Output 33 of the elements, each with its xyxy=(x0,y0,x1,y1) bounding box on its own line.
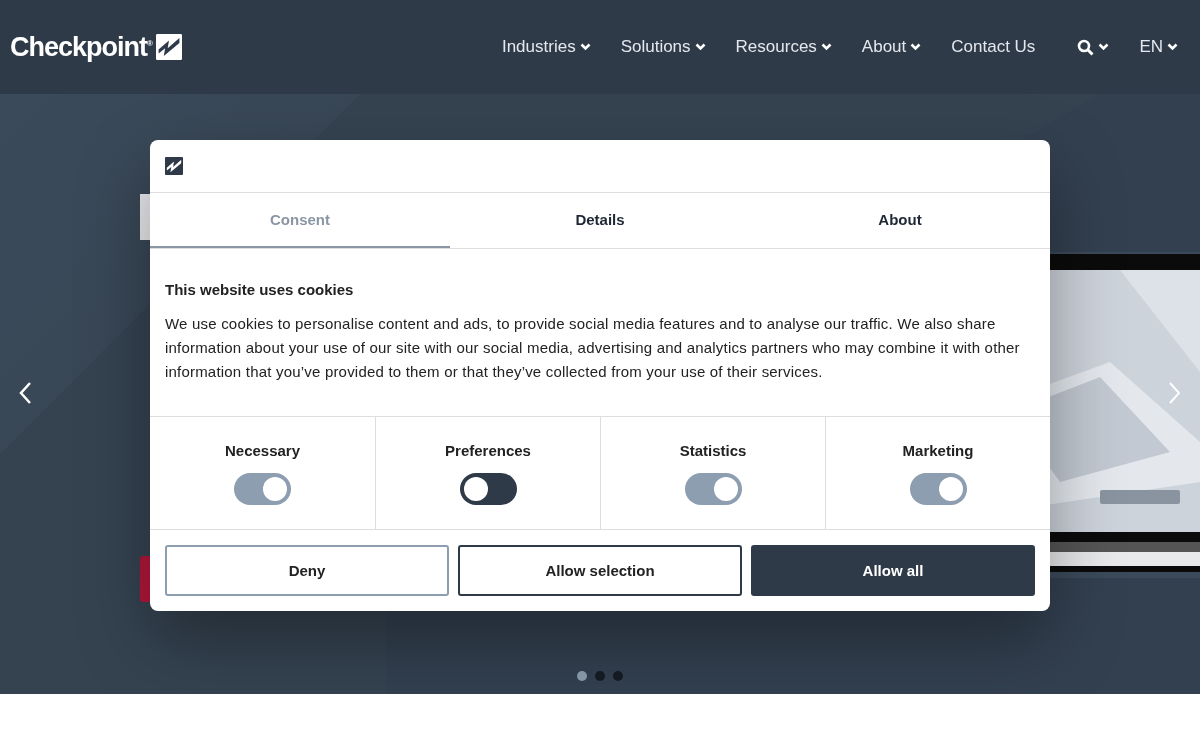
logo-mark-icon xyxy=(165,157,183,175)
category-toggle[interactable] xyxy=(459,472,517,505)
logo-text[interactable]: Checkpoint$^{®}$ xyxy=(10,31,152,63)
chevron-down-icon xyxy=(910,43,922,51)
chevron-down-icon xyxy=(820,43,832,51)
nav-link[interactable]: About xyxy=(861,37,922,57)
chevron-down-icon xyxy=(579,43,591,51)
chevron-down-icon xyxy=(1167,43,1178,51)
nav-link[interactable]: Resources xyxy=(735,37,832,57)
category-toggle[interactable] xyxy=(234,472,291,505)
chevron-down-icon xyxy=(1098,43,1110,51)
nav-link[interactable]: Industries xyxy=(501,37,591,57)
category-label: Statistics xyxy=(679,441,747,459)
category-toggle[interactable] xyxy=(909,472,967,505)
language-button[interactable]: EN xyxy=(1139,37,1178,57)
category-label: Necessary xyxy=(224,441,301,459)
category-toggle[interactable] xyxy=(684,472,742,505)
category-label: Preferences xyxy=(445,441,531,459)
carousel-dot[interactable] xyxy=(577,671,587,681)
search-icon xyxy=(1077,38,1095,56)
logo-mark-icon xyxy=(155,34,182,60)
chevron-down-icon xyxy=(694,43,706,51)
allow-all-button[interactable]: Allow all xyxy=(751,545,1035,596)
category-label: Marketing xyxy=(902,441,974,459)
carousel-dot[interactable] xyxy=(613,671,623,681)
carousel-dot[interactable] xyxy=(595,671,605,681)
dialog-title: This website uses cookies xyxy=(165,281,355,298)
consent-button[interactable]: Allow selection xyxy=(458,545,742,596)
consent-button[interactable]: Deny xyxy=(165,545,449,596)
dialog-text: We use cookies to personalise content and ads, to provide social media features and to analyse our traffic. We also share information about your use of our site with our social media, advertising and analytics partners who may combine it with other information that you’ve provided to them or that they’ve collected from your use of their services. xyxy=(165,314,1021,382)
nav-link[interactable]: Solutions xyxy=(620,37,706,57)
nav-link[interactable]: Contact Us xyxy=(951,37,1036,57)
search-button[interactable] xyxy=(1077,38,1110,56)
